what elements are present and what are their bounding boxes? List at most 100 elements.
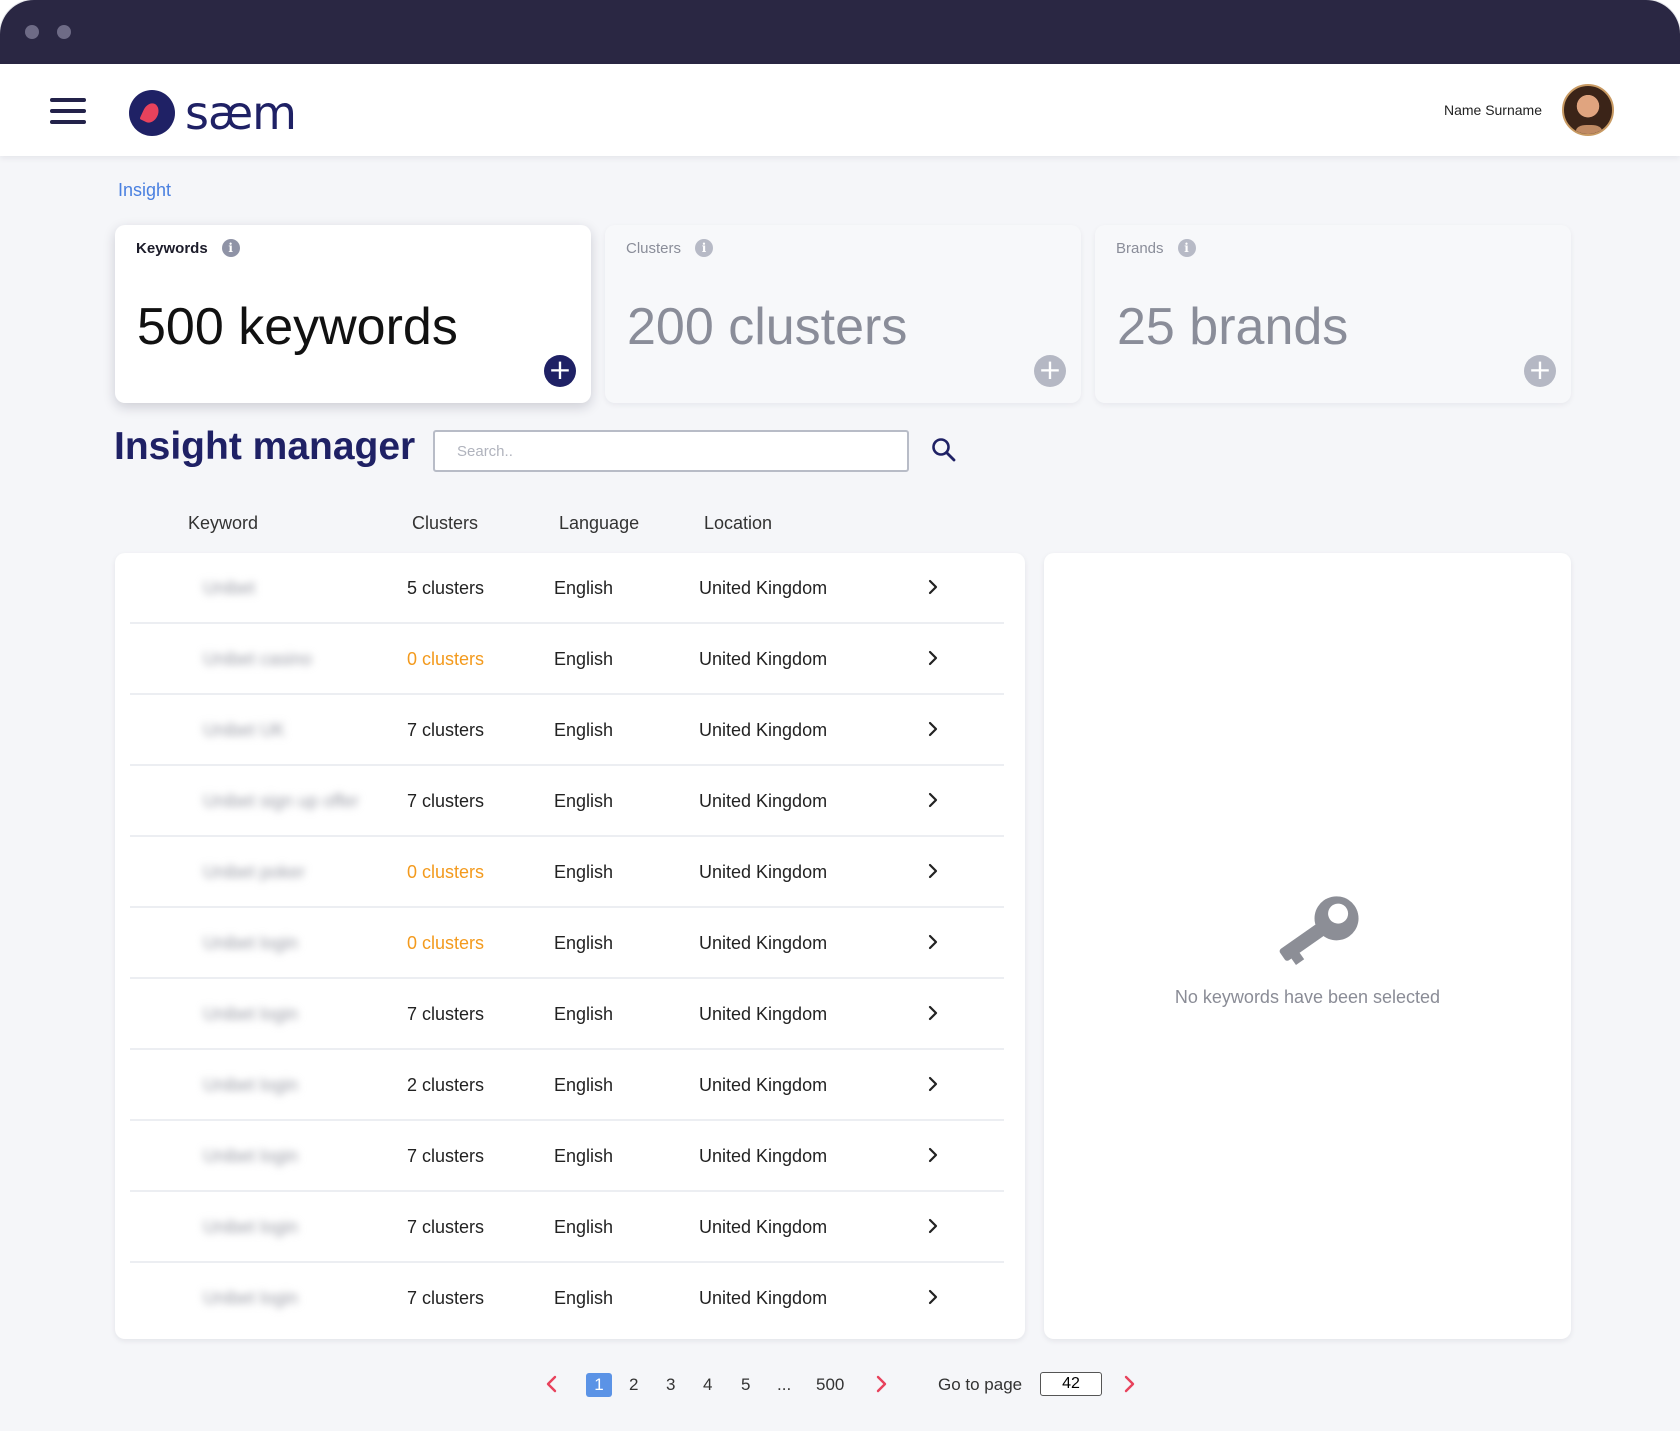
- keyword-cell: Unibet UK: [203, 720, 286, 740]
- clusters-cell: 7 clusters: [407, 1004, 485, 1024]
- table-row[interactable]: Unibet login 7 clusters English United King…: [130, 1263, 1004, 1334]
- app-header: sæm Name Surname: [0, 64, 1680, 156]
- window-dot: [25, 25, 39, 39]
- info-icon[interactable]: i: [695, 239, 714, 257]
- page-button-2[interactable]: 2: [629, 1375, 638, 1395]
- table-row[interactable]: Unibet sign up offer 7 clusters English Uni…: [130, 766, 1004, 837]
- search-icon[interactable]: [930, 436, 958, 464]
- keyword-cell: Unibet login: [203, 1217, 299, 1237]
- window-dot: [57, 25, 71, 39]
- chevron-right-icon[interactable]: [925, 863, 941, 879]
- menu-icon[interactable]: [50, 98, 86, 124]
- keyword-cell: Unibet poker: [203, 862, 306, 882]
- chevron-right-icon[interactable]: [925, 650, 941, 666]
- empty-state-text: No keywords have been selected: [1174, 987, 1441, 1007]
- column-header-keyword[interactable]: Keyword: [188, 513, 258, 534]
- clusters-cell: 7 clusters: [407, 791, 485, 811]
- language-cell: English: [554, 933, 614, 953]
- table-row[interactable]: Unibet login 7 clusters English United King…: [130, 1121, 1004, 1192]
- page-button-3[interactable]: 3: [666, 1375, 675, 1395]
- info-icon[interactable]: i: [221, 239, 240, 257]
- add-cluster-button[interactable]: +: [1034, 355, 1066, 387]
- table-row[interactable]: Unibet login 7 clusters English United King…: [130, 979, 1004, 1050]
- goto-page-label: Go to page: [938, 1375, 1023, 1394]
- user-name[interactable]: Name Surname: [1444, 102, 1542, 118]
- keyword-cell: Unibet login: [203, 933, 299, 953]
- clusters-cell: 5 clusters: [407, 578, 485, 598]
- keyword-cell: Unibet login: [203, 1146, 299, 1166]
- stat-label: Clusters i: [626, 239, 714, 257]
- page-button-1[interactable]: 1: [586, 1373, 612, 1397]
- stat-label: Keywords i: [136, 239, 240, 257]
- keyword-table: Unibet 5 clusters English United Kingdom Uni…: [115, 553, 1025, 1339]
- stat-card-keywords[interactable]: Keywords i 500 keywords +: [115, 225, 591, 403]
- column-header-location[interactable]: Location: [704, 513, 772, 534]
- chevron-right-icon[interactable]: [925, 1005, 941, 1021]
- avatar[interactable]: [1562, 84, 1614, 136]
- location-cell: United Kingdom: [699, 1217, 828, 1237]
- table-row[interactable]: Unibet login 0 clusters English United King…: [130, 908, 1004, 979]
- location-cell: United Kingdom: [699, 933, 828, 953]
- goto-page-icon[interactable]: [1122, 1375, 1136, 1393]
- logo[interactable]: sæm: [129, 86, 297, 140]
- goto-page-input[interactable]: [1040, 1372, 1102, 1396]
- language-cell: English: [554, 720, 614, 740]
- next-page-icon[interactable]: [874, 1375, 888, 1393]
- page-title: Insight manager: [114, 425, 416, 468]
- chevron-right-icon[interactable]: [925, 579, 941, 595]
- stat-value: 500 keywords: [137, 298, 458, 356]
- language-cell: English: [554, 1075, 614, 1095]
- column-header-language[interactable]: Language: [559, 513, 639, 534]
- chevron-right-icon[interactable]: [925, 1289, 941, 1305]
- stat-card-clusters[interactable]: Clusters i 200 clusters +: [605, 225, 1081, 403]
- location-cell: United Kingdom: [699, 1146, 828, 1166]
- language-cell: English: [554, 1288, 614, 1308]
- table-row[interactable]: Unibet 5 clusters English United Kingdom: [130, 553, 1004, 624]
- title-bar: [0, 0, 1680, 64]
- table-row[interactable]: Unibet poker 0 clusters English United King…: [130, 837, 1004, 908]
- prev-page-icon[interactable]: [545, 1375, 559, 1393]
- add-keyword-button[interactable]: +: [544, 355, 576, 387]
- logo-mark: [129, 90, 175, 136]
- language-cell: English: [554, 649, 614, 669]
- table-row[interactable]: Unibet login 2 clusters English United King…: [130, 1050, 1004, 1121]
- search-input[interactable]: [433, 430, 909, 472]
- location-cell: United Kingdom: [699, 1004, 828, 1024]
- location-cell: United Kingdom: [699, 720, 828, 740]
- clusters-cell: 0 clusters: [407, 649, 485, 669]
- clusters-cell: 0 clusters: [407, 933, 485, 953]
- stat-label: Brands i: [1116, 239, 1196, 257]
- info-icon[interactable]: i: [1177, 239, 1196, 257]
- column-header-clusters[interactable]: Clusters: [412, 513, 478, 534]
- table-row[interactable]: Unibet UK 7 clusters English United Kingdom: [130, 695, 1004, 766]
- page-button-4[interactable]: 4: [703, 1375, 712, 1395]
- keyword-cell: Unibet login: [203, 1288, 299, 1308]
- clusters-cell: 7 clusters: [407, 1146, 485, 1166]
- stat-card-brands[interactable]: Brands i 25 brands +: [1095, 225, 1571, 403]
- keyword-cell: Unibet sign up offer: [203, 791, 359, 811]
- add-brand-button[interactable]: +: [1524, 355, 1556, 387]
- logo-text: sæm: [185, 86, 297, 140]
- chevron-right-icon[interactable]: [925, 1218, 941, 1234]
- chevron-right-icon[interactable]: [925, 1076, 941, 1092]
- chevron-right-icon[interactable]: [925, 792, 941, 808]
- location-cell: United Kingdom: [699, 862, 828, 882]
- breadcrumb-insight[interactable]: Insight: [118, 180, 171, 201]
- chevron-right-icon[interactable]: [925, 721, 941, 737]
- table-row[interactable]: Unibet casino 0 clusters English United Kin…: [130, 624, 1004, 695]
- location-cell: United Kingdom: [699, 791, 828, 811]
- clusters-cell: 7 clusters: [407, 1288, 485, 1308]
- chevron-right-icon[interactable]: [925, 934, 941, 950]
- stat-value: 25 brands: [1117, 298, 1349, 356]
- clusters-cell: 7 clusters: [407, 1217, 485, 1237]
- language-cell: English: [554, 791, 614, 811]
- page-button-last[interactable]: 500: [816, 1375, 844, 1395]
- chevron-right-icon[interactable]: [925, 1147, 941, 1163]
- keyword-cell: Unibet login: [203, 1004, 299, 1024]
- keyword-cell: Unibet login: [203, 1075, 299, 1095]
- key-icon: [1279, 896, 1359, 966]
- language-cell: English: [554, 1217, 614, 1237]
- table-row[interactable]: Unibet login 7 clusters English United King…: [130, 1192, 1004, 1263]
- location-cell: United Kingdom: [699, 1075, 828, 1095]
- page-button-5[interactable]: 5: [741, 1375, 750, 1395]
